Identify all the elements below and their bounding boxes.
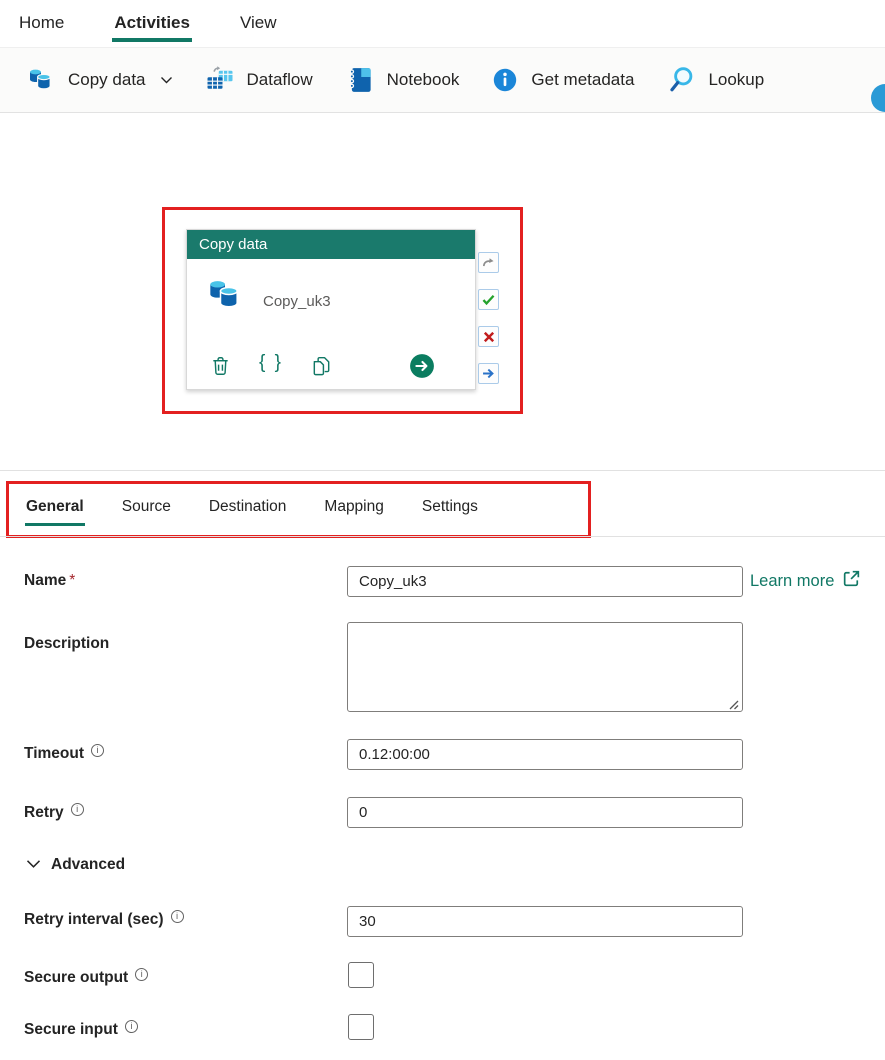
toolbar-copy-data-label: Copy data [68,70,146,89]
timeout-label: Timeout i [24,744,104,763]
divider [0,470,885,471]
toolbar-get-metadata-button[interactable]: Get metadata [491,66,634,94]
description-field[interactable] [347,622,743,712]
toolbar-dataflow-label: Dataflow [246,70,313,89]
properties-tabs: General Source Destination Mapping Setti… [0,483,479,536]
activity-card-title: Copy data [199,236,268,253]
retry-interval-field[interactable] [347,906,743,937]
copy-data-icon [205,275,245,320]
menubar: Home Activities View [0,0,885,47]
toolbar-lookup-button[interactable]: Lookup [666,65,764,95]
info-icon[interactable]: i [170,910,184,923]
notebook-icon [345,65,375,95]
tab-source[interactable]: Source [121,490,172,530]
retry-field[interactable] [347,797,743,828]
pipeline-canvas[interactable]: Copy data Copy_uk3 {} [0,113,885,470]
divider [0,536,885,537]
description-label: Description [24,635,110,652]
activity-name-text: Copy_uk3 [263,293,331,310]
activities-toolbar: Copy data Dataflow Notebook Get metadata… [0,47,885,113]
partial-toolbar-icon[interactable] [871,84,885,112]
tab-mapping[interactable]: Mapping [323,490,384,530]
activity-card-body: Copy_uk3 { } [187,259,475,390]
get-metadata-icon [491,66,519,94]
external-link-icon [841,568,862,594]
expression-braces-icon[interactable]: { } [259,352,283,374]
activity-card-actions: { } [187,352,475,380]
connector-on-completion[interactable] [478,363,499,384]
menu-activities[interactable]: Activities [112,3,192,45]
chevron-down-icon [160,76,173,85]
name-label: Name * [24,572,76,589]
pipeline-editor: Home Activities View Copy data Dataflow … [0,0,885,1060]
learn-more-link[interactable]: Learn more [750,568,862,594]
required-marker: * [69,572,76,589]
secure-input-label: Secure input i [24,1020,138,1039]
delete-activity-icon[interactable] [209,354,232,383]
copy-data-icon [26,65,56,95]
tab-destination[interactable]: Destination [208,490,288,530]
retry-interval-label: Retry interval (sec) i [24,910,184,929]
connector-on-success[interactable] [478,289,499,310]
chevron-down-icon [26,856,41,874]
menu-home[interactable]: Home [17,3,66,45]
lookup-icon [666,65,696,95]
learn-more-label: Learn more [750,571,835,590]
info-icon[interactable]: i [91,744,104,757]
activity-connectors [478,252,499,384]
toolbar-copy-data-button[interactable]: Copy data [26,65,173,95]
secure-output-checkbox[interactable] [348,962,374,988]
tab-general[interactable]: General [25,490,85,530]
secure-input-checkbox[interactable] [348,1014,374,1040]
secure-output-label: Secure output i [24,968,149,987]
menu-view[interactable]: View [238,3,279,45]
go-to-activity-icon[interactable] [409,353,435,384]
advanced-expander[interactable]: Advanced [26,856,125,874]
copy-data-activity-card[interactable]: Copy data Copy_uk3 {} [186,229,476,390]
toolbar-notebook-button[interactable]: Notebook [345,65,460,95]
duplicate-activity-icon[interactable] [310,354,333,383]
timeout-field[interactable] [347,739,743,770]
info-icon[interactable]: i [70,803,84,816]
name-field[interactable] [347,566,743,597]
activity-card-header: Copy data [187,230,475,259]
connector-on-skip[interactable] [478,252,499,273]
tab-settings[interactable]: Settings [421,490,479,530]
toolbar-get-metadata-label: Get metadata [531,70,635,89]
connector-on-fail[interactable] [478,326,499,347]
info-icon[interactable]: i [135,968,149,981]
toolbar-lookup-label: Lookup [708,70,765,89]
info-icon[interactable]: i [124,1020,138,1033]
toolbar-dataflow-button[interactable]: Dataflow [205,65,313,95]
retry-label: Retry i [24,803,84,822]
dataflow-icon [205,65,235,95]
advanced-label: Advanced [51,856,126,873]
toolbar-notebook-label: Notebook [386,70,460,89]
